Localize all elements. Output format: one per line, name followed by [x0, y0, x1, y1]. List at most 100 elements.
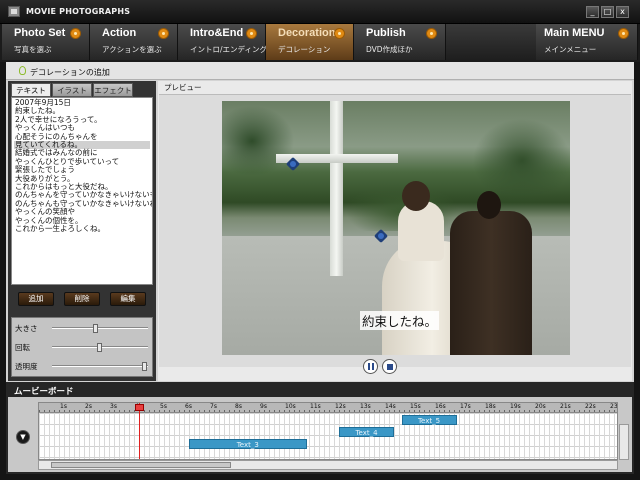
- opacity-label: 透明度: [15, 362, 38, 371]
- preview-panel: プレビュー 約束したね。: [158, 81, 632, 381]
- decoration-panel: テキスト イラスト エフェクト 2007年9月15日 約束したね。 2人で幸せに…: [8, 81, 156, 381]
- groom-body: [450, 211, 532, 355]
- tick-label: 19s: [510, 403, 521, 410]
- bride-head: [402, 181, 430, 211]
- app-title: MOVIE PHOTOGRAPHS: [26, 7, 131, 16]
- tab-text[interactable]: テキスト: [11, 83, 51, 97]
- size-slider-row: 大きさ: [12, 320, 154, 336]
- flower-decoration-icon[interactable]: [374, 229, 388, 243]
- arrow-circle-icon: [618, 28, 629, 39]
- close-button[interactable]: x: [616, 6, 629, 18]
- slider-knob[interactable]: [97, 343, 102, 352]
- nav-title: Decoration: [278, 27, 336, 39]
- text-list[interactable]: 2007年9月15日 約束したね。 2人で幸せになろうって。 やっくんはいつも …: [11, 97, 153, 285]
- scrollbar-thumb[interactable]: [51, 462, 231, 468]
- tick-label: 21s: [560, 403, 571, 410]
- add-button[interactable]: 追加: [18, 292, 54, 306]
- content-area: デコレーションの追加 テキスト イラスト エフェクト 2007年9月15日 約束…: [6, 62, 634, 382]
- slider-knob[interactable]: [92, 324, 98, 333]
- tab-illustration[interactable]: イラスト: [52, 83, 92, 97]
- timeline-clip[interactable]: Text_3: [189, 439, 307, 449]
- section-title: デコレーションの追加: [30, 68, 110, 77]
- section-header: デコレーションの追加: [6, 62, 634, 80]
- nav-title: Action: [102, 27, 137, 39]
- tick-label: 8s: [235, 403, 242, 410]
- tick-label: 6s: [185, 403, 192, 410]
- tab-effect[interactable]: エフェクト: [93, 83, 133, 97]
- playhead[interactable]: [139, 403, 140, 459]
- tick-label: 3s: [110, 403, 117, 410]
- tick-label: 23s: [610, 403, 618, 410]
- nav-subtitle: メインメニュー: [544, 45, 597, 54]
- tick-label: 13s: [360, 403, 371, 410]
- time-ruler[interactable]: 1s2s3s4s5s6s7s8s9s10s11s12s13s14s15s16s1…: [39, 403, 618, 413]
- rotation-slider[interactable]: [52, 343, 148, 352]
- tick-label: 11s: [310, 403, 321, 410]
- nav-main-menu[interactable]: Main MENU メインメニュー: [536, 24, 638, 60]
- preview-label: プレビュー: [164, 83, 202, 92]
- tick-label: 10s: [285, 403, 296, 410]
- tick-label: 16s: [435, 403, 446, 410]
- lightbulb-icon: [19, 66, 26, 75]
- preview-image[interactable]: 約束したね。: [222, 101, 570, 355]
- horizontal-scrollbar[interactable]: [38, 460, 618, 470]
- nav-decoration[interactable]: Decoration デコレーション: [266, 24, 354, 60]
- tick-label: 9s: [260, 403, 267, 410]
- property-sliders: 大きさ 回転 透明度: [11, 317, 153, 377]
- flower-decoration-icon[interactable]: [286, 157, 300, 171]
- nav-intro-end[interactable]: Intro&End イントロ/エンディング: [178, 24, 268, 60]
- pause-button[interactable]: [363, 359, 378, 374]
- pause-icon: [368, 363, 370, 370]
- tick-label: 7s: [210, 403, 217, 410]
- list-item[interactable]: これから一生よろしくね。: [14, 224, 150, 233]
- tick-label: 1s: [60, 403, 67, 410]
- main-nav: Photo Set 写真を選ぶ Action アクションを選ぶ Intro&En…: [0, 24, 640, 62]
- nav-photo-set[interactable]: Photo Set 写真を選ぶ: [2, 24, 90, 60]
- playhead-handle[interactable]: [135, 404, 144, 411]
- timeline-clip[interactable]: Text_4: [339, 427, 394, 437]
- chevron-down-icon[interactable]: ▼: [16, 430, 30, 444]
- nav-title: Intro&End: [190, 27, 244, 39]
- rotation-label: 回転: [15, 343, 30, 352]
- tick-label: 20s: [535, 403, 546, 410]
- arrow-circle-icon: [426, 28, 437, 39]
- preview-caption[interactable]: 約束したね。: [360, 311, 440, 330]
- text-actions: 追加 削除 編集: [11, 290, 153, 310]
- nav-title: Photo Set: [14, 27, 66, 39]
- nav-subtitle: 写真を選ぶ: [14, 45, 52, 54]
- minimize-button[interactable]: _: [586, 6, 599, 18]
- cross-vertical: [330, 101, 343, 276]
- tick-label: 12s: [335, 403, 346, 410]
- nav-publish[interactable]: Publish DVD作成ほか: [354, 24, 446, 60]
- tick-label: 15s: [410, 403, 421, 410]
- tick-label: 5s: [160, 403, 167, 410]
- movie-board-title: ムービーボード: [14, 387, 74, 397]
- maximize-button[interactable]: □: [601, 6, 614, 18]
- app-icon: [8, 6, 20, 17]
- tick-label: 17s: [460, 403, 471, 410]
- slider-knob[interactable]: [142, 362, 147, 371]
- timeline[interactable]: 1s2s3s4s5s6s7s8s9s10s11s12s13s14s15s16s1…: [38, 402, 618, 460]
- arrow-circle-icon: [70, 28, 81, 39]
- stop-button[interactable]: [382, 359, 397, 374]
- movie-board: ムービーボード ▼ 1s2s3s4s5s6s7s8s9s10s11s12s13s…: [6, 382, 634, 474]
- nav-subtitle: アクションを選ぶ: [102, 45, 162, 54]
- timeline-clip[interactable]: Text_5: [401, 415, 457, 425]
- groom-head: [477, 191, 501, 219]
- vertical-scrollbar[interactable]: [619, 424, 629, 460]
- edit-button[interactable]: 編集: [110, 292, 146, 306]
- nav-title: Publish: [366, 27, 406, 39]
- size-slider[interactable]: [52, 324, 148, 333]
- timeline-tracks: Text_5 Text_4 Text_3: [39, 413, 617, 459]
- opacity-slider[interactable]: [52, 362, 148, 371]
- tick-label: 18s: [485, 403, 496, 410]
- tick-label: 2s: [85, 403, 92, 410]
- arrow-circle-icon: [334, 28, 345, 39]
- nav-subtitle: DVD作成ほか: [366, 45, 413, 54]
- nav-action[interactable]: Action アクションを選ぶ: [90, 24, 178, 60]
- nav-subtitle: イントロ/エンディング: [190, 45, 268, 54]
- movie-board-body: ▼ 1s2s3s4s5s6s7s8s9s10s11s12s13s14s15s16…: [8, 397, 632, 472]
- delete-button[interactable]: 削除: [64, 292, 100, 306]
- opacity-slider-row: 透明度: [12, 358, 154, 374]
- rotation-slider-row: 回転: [12, 339, 154, 355]
